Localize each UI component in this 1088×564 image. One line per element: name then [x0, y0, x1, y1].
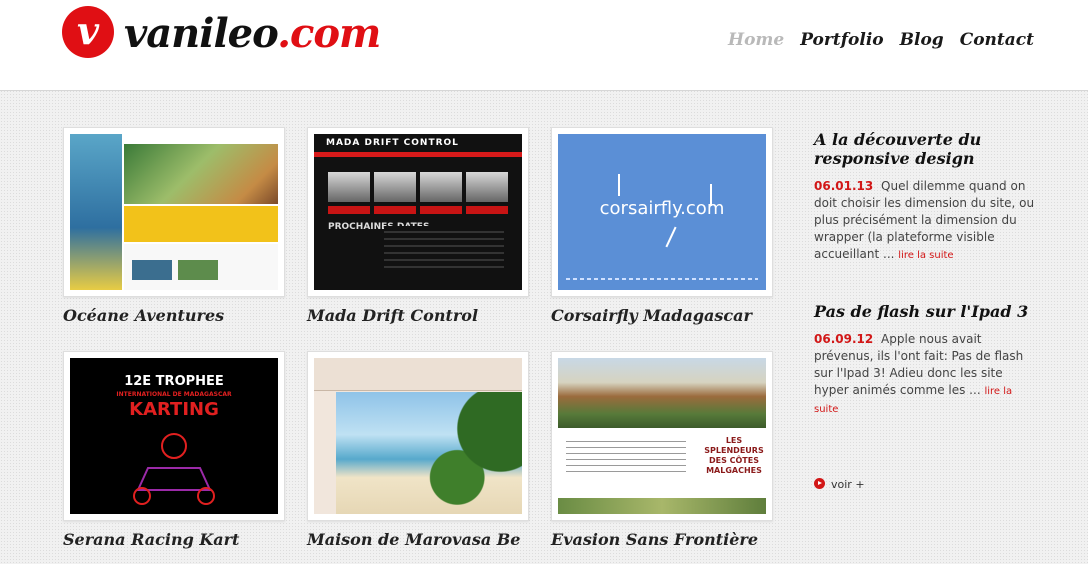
portfolio-card-oceane[interactable] [63, 127, 285, 297]
blog-post-title[interactable]: Pas de flash sur l'Ipad 3 [814, 302, 1039, 321]
portfolio-card-evasion[interactable]: LES SPLENDEURS DES CÔTES MALGACHES [551, 351, 773, 521]
logo-wordmark: vanileo.com [124, 10, 381, 57]
blog-post: Pas de flash sur l'Ipad 3 06.09.12 Apple… [814, 302, 1039, 418]
portfolio-title-evasion[interactable]: Evasion Sans Frontière [551, 530, 791, 549]
portfolio-card-mada[interactable]: MADA DRIFT CONTROL PROCHAINES DATES [307, 127, 529, 297]
thumbnail-oceane-aventures [70, 134, 278, 290]
nav-blog[interactable]: Blog [900, 30, 944, 50]
thumbnail-mada-drift-control: MADA DRIFT CONTROL PROCHAINES DATES [314, 134, 522, 290]
thumbnail-serana-racing-kart: 12E TROPHEE INTERNATIONAL DE MADAGASCAR … [70, 358, 278, 514]
blog-post-excerpt: 06.09.12 Apple nous avait prévenus, ils … [814, 332, 1024, 415]
portfolio-card-maison[interactable] [307, 351, 529, 521]
blog-post-title[interactable]: A la découverte du responsive design [814, 130, 1039, 168]
blog-post-date: 06.01.13 [814, 179, 874, 193]
portfolio-title-mada[interactable]: Mada Drift Control [307, 306, 547, 325]
main-nav: Home Portfolio Blog Contact [728, 30, 1034, 50]
blog-post: A la découverte du responsive design 06.… [814, 130, 1039, 264]
thumbnail-corsairfly: corsairfly.com [558, 134, 766, 290]
nav-home[interactable]: Home [728, 30, 784, 50]
plane-icon [665, 226, 677, 248]
portfolio-title-oceane[interactable]: Océane Aventures [63, 306, 303, 325]
blog-post-excerpt: 06.01.13 Quel dilemme quand on doit choi… [814, 179, 1035, 261]
play-circle-icon [814, 478, 825, 489]
thumbnail-evasion-sans-frontiere: LES SPLENDEURS DES CÔTES MALGACHES [558, 358, 766, 514]
nav-contact[interactable]: Contact [960, 30, 1034, 50]
portfolio-card-corsairfly[interactable]: corsairfly.com [551, 127, 773, 297]
site-header: v vanileo.com Home Portfolio Blog Contac… [0, 0, 1088, 91]
kart-icon [133, 433, 215, 505]
nav-portfolio[interactable]: Portfolio [800, 30, 883, 50]
blog-post-date: 06.09.12 [814, 332, 874, 346]
read-more-link[interactable]: lire la suite [898, 250, 953, 261]
portfolio-title-serana[interactable]: Serana Racing Kart [63, 530, 303, 549]
logo-mark-icon: v [62, 6, 114, 58]
portfolio-card-serana[interactable]: 12E TROPHEE INTERNATIONAL DE MADAGASCAR … [63, 351, 285, 521]
portfolio-title-maison[interactable]: Maison de Marovasa Be [307, 530, 547, 549]
plane-icon [618, 174, 620, 196]
thumbnail-maison-marovasa [314, 358, 522, 514]
portfolio-title-corsairfly[interactable]: Corsairfly Madagascar [551, 306, 791, 325]
see-more-link[interactable]: voir + [814, 478, 865, 491]
